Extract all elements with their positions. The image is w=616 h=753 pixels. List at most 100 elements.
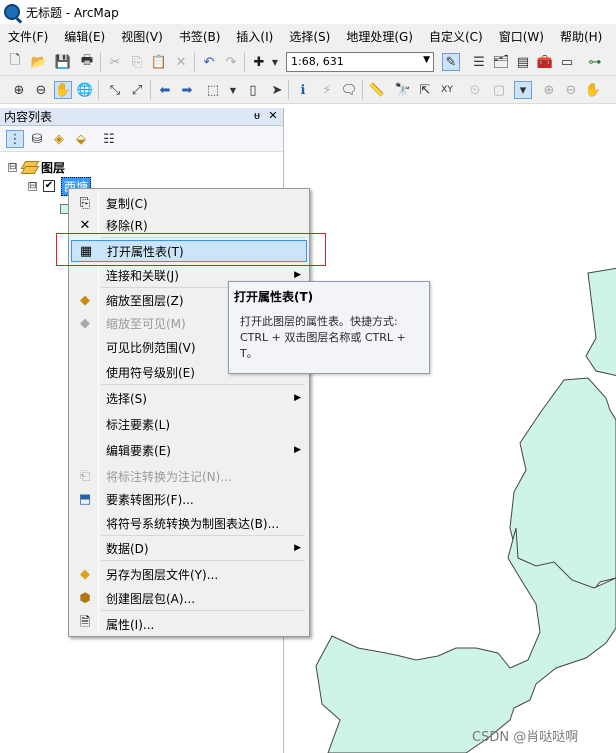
tree-root-row[interactable]: ⊟ 图层 [8, 158, 65, 176]
html-popup-icon[interactable]: 🗨 [340, 81, 358, 99]
list-by-selection-icon[interactable]: ⬙ [72, 130, 90, 148]
pan-layout-icon[interactable]: ✋ [584, 81, 602, 99]
toolbar-options-icon[interactable]: ▾ [514, 81, 532, 99]
time-slider-icon[interactable]: ⏲ [466, 81, 484, 99]
identify-icon[interactable]: ℹ [294, 81, 312, 99]
list-by-drawing-order-icon[interactable]: ⋮ [6, 130, 24, 148]
select-dropdown-icon[interactable]: ▼ [224, 81, 242, 99]
toc-options-icon[interactable]: ☷ [100, 130, 118, 148]
print-icon[interactable]: 🖶 [78, 53, 96, 71]
undo-icon[interactable]: ↶ [200, 53, 218, 71]
menu-item-label-features[interactable]: 标注要素(L) [71, 413, 307, 435]
find-route-icon[interactable]: ⇱ [416, 81, 434, 99]
menu-edit[interactable]: 编辑(E) [64, 28, 105, 45]
hyperlink-icon[interactable]: ⚡ [318, 81, 336, 99]
pin-icon[interactable]: ᵾ [250, 109, 264, 123]
zoom-in-icon[interactable]: ⊕ [10, 81, 28, 99]
highlight-annotation-box [56, 233, 326, 266]
menu-windows[interactable]: 窗口(W) [499, 28, 544, 45]
new-document-icon[interactable]: 🗋 [6, 53, 24, 71]
menu-item-label: 另存为图层文件(Y)... [106, 567, 219, 582]
menu-item-label: 连接和关联(J) [106, 268, 179, 283]
copy-icon: ⎘ [79, 195, 91, 211]
catalog-icon[interactable]: 🗂 [492, 53, 510, 71]
tooltip-line: 打开此图层的属性表。快捷方式: [240, 315, 398, 328]
menu-item-convert-labels[interactable]: ⎗ 将标注转换为注记(N)... [71, 465, 307, 487]
zoom-out-layout-icon[interactable]: ⊖ [562, 81, 580, 99]
map-view[interactable] [288, 108, 616, 753]
watermark: CSDN @肖哒哒啊 [472, 730, 579, 745]
menu-tooltip: 打开属性表(T) 打开此图层的属性表。快捷方式: CTRL + 双击图层名称或 … [228, 281, 430, 374]
arcmap-icon [4, 4, 20, 20]
menu-item-label: 可见比例范围(V) [106, 340, 196, 355]
menu-item-properties[interactable]: 🗎 属性(I)... [71, 613, 307, 635]
add-data-dropdown-icon[interactable]: ▼ [266, 53, 284, 71]
menu-item-icon-slot [71, 413, 99, 435]
menu-item-label: 属性(I)... [106, 617, 155, 632]
menu-item-data[interactable]: 数据(D) ▶ [71, 537, 307, 559]
menu-help[interactable]: 帮助(H) [560, 28, 602, 45]
select-elements-icon[interactable]: ➤ [268, 81, 286, 99]
layer-visibility-checkbox[interactable]: ✔ [43, 180, 55, 192]
menu-selection[interactable]: 选择(S) [289, 28, 330, 45]
zoom-in-layout-icon[interactable]: ⊕ [540, 81, 558, 99]
zoom-layer-icon: ◆ [80, 292, 90, 308]
paste-icon[interactable]: 📋 [150, 53, 168, 71]
menu-item-create-layer-package[interactable]: ⬢ 创建图层包(A)... [71, 587, 307, 609]
python-window-icon[interactable]: ▭ [558, 53, 576, 71]
menu-customize[interactable]: 自定义(C) [429, 28, 483, 45]
map-scale-combobox[interactable]: 1:68, 631 ▼ [286, 52, 434, 72]
menu-item-edit-features[interactable]: 编辑要素(E) ▶ [71, 439, 307, 461]
model-builder-icon[interactable]: ⊶ [586, 53, 604, 71]
open-icon[interactable]: 📂 [30, 53, 48, 71]
copy-icon[interactable]: ⎘ [128, 53, 146, 71]
menu-item-features-to-graphics[interactable]: ⬒ 要素转图形(F)... [71, 488, 307, 510]
back-extent-icon[interactable]: ⬅ [156, 81, 174, 99]
list-by-visibility-icon[interactable]: ◈ [50, 130, 68, 148]
chevron-down-icon[interactable]: ▼ [423, 55, 430, 65]
map-polygon[interactable] [509, 377, 616, 593]
find-icon[interactable]: 🔭 [394, 81, 412, 99]
delete-icon[interactable]: ✕ [172, 53, 190, 71]
standard-toolbar: 🗋 📂 💾 🖶 ✂ ⎘ 📋 ✕ ↶ ↷ ✚ ▼ 1:68, 631 ▼ ✎ ☰ … [0, 48, 616, 76]
title-bar: 无标题 - ArcMap [0, 0, 616, 24]
menu-insert[interactable]: 插入(I) [236, 28, 273, 45]
search-window-icon[interactable]: ▤ [514, 53, 532, 71]
tooltip-line: CTRL + 双击图层名称或 CTRL + [240, 331, 406, 344]
fixed-zoom-out-icon[interactable]: ⤢ [128, 81, 146, 99]
arctoolbox-icon[interactable]: 🧰 [536, 53, 554, 71]
redo-icon[interactable]: ↷ [222, 53, 240, 71]
list-by-source-icon[interactable]: ⛁ [28, 130, 46, 148]
zoom-out-icon[interactable]: ⊖ [32, 81, 50, 99]
map-polygon[interactable] [585, 267, 616, 377]
toc-window-icon[interactable]: ☰ [470, 53, 488, 71]
menu-bookmarks[interactable]: 书签(B) [179, 28, 221, 45]
menu-view[interactable]: 视图(V) [121, 28, 163, 45]
menu-item-convert-symbology[interactable]: 将符号系统转换为制图表达(B)... [71, 512, 307, 534]
toolbar-separator [100, 52, 101, 72]
fixed-zoom-in-icon[interactable]: ⤡ [106, 81, 124, 99]
menu-item-save-as-layer-file[interactable]: ◆ 另存为图层文件(Y)... [71, 563, 307, 585]
create-viewer-icon[interactable]: ▢ [490, 81, 508, 99]
cut-icon[interactable]: ✂ [106, 53, 124, 71]
clear-selection-icon[interactable]: ▯ [244, 81, 262, 99]
measure-icon[interactable]: 📏 [368, 81, 386, 99]
editor-toolbar-icon[interactable]: ✎ [442, 53, 460, 71]
pan-icon[interactable]: ✋ [54, 81, 72, 99]
menu-geoprocessing[interactable]: 地理处理(G) [346, 28, 413, 45]
select-features-icon[interactable]: ⬚ [204, 81, 222, 99]
go-to-xy-icon[interactable]: XY [438, 81, 456, 99]
close-icon[interactable]: ✕ [266, 109, 280, 123]
menu-item-copy[interactable]: ⎘ 复制(C) [71, 192, 307, 214]
collapse-icon[interactable]: ⊟ [28, 181, 37, 191]
menu-item-selection[interactable]: 选择(S) ▶ [71, 387, 307, 409]
save-layer-icon: ◆ [80, 566, 90, 582]
menu-file[interactable]: 文件(F) [8, 28, 48, 45]
forward-extent-icon[interactable]: ➡ [178, 81, 196, 99]
root-layer-label[interactable]: 图层 [41, 159, 65, 176]
collapse-icon[interactable]: ⊟ [8, 162, 17, 172]
tooltip-title: 打开属性表(T) [234, 290, 314, 304]
save-icon[interactable]: 💾 [54, 53, 72, 71]
full-extent-icon[interactable]: 🌐 [76, 81, 94, 99]
submenu-arrow-icon: ▶ [294, 543, 301, 553]
